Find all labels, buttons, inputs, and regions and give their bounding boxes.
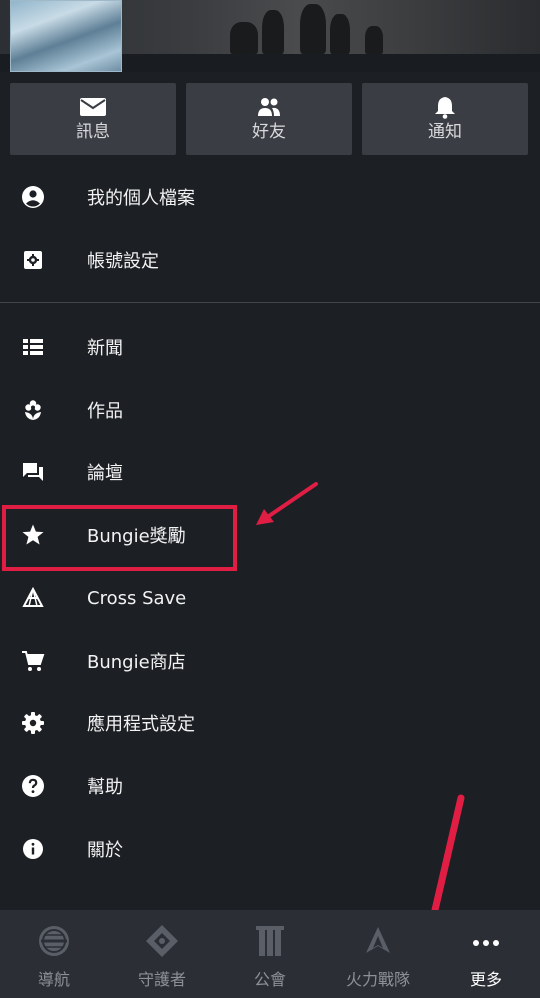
- profile-actions: 訊息 好友 通知: [10, 83, 530, 155]
- friends-label: 好友: [252, 122, 286, 142]
- menu-item-news[interactable]: 新聞: [0, 316, 540, 378]
- menu-item-my-profile[interactable]: 我的個人檔案: [0, 166, 540, 228]
- help-icon: [20, 773, 46, 799]
- menu-item-label: 我的個人檔案: [87, 188, 195, 209]
- menu-item-label: 論壇: [87, 463, 123, 484]
- menu-item-app-settings[interactable]: 應用程式設定: [0, 692, 540, 754]
- messages-label: 訊息: [76, 122, 110, 142]
- menu-item-cross-save[interactable]: Cross Save: [0, 567, 540, 629]
- more-dots-icon: [467, 922, 505, 960]
- nav-item-fireteams[interactable]: 火力戰隊: [324, 910, 432, 998]
- nav-label: 火力戰隊: [345, 970, 410, 989]
- flower-icon: [20, 397, 46, 423]
- annotation-stroke: [431, 794, 465, 914]
- annotation-highlight-box: [2, 505, 237, 571]
- menu-item-label: 幫助: [87, 777, 123, 798]
- profile-header: [0, 0, 540, 72]
- info-icon: [20, 836, 46, 862]
- menu-item-label: 帳號設定: [87, 251, 159, 272]
- avatar[interactable]: [10, 0, 122, 72]
- bell-icon: [435, 97, 455, 119]
- friends-icon: [258, 98, 280, 116]
- nav-item-navigation[interactable]: 導航: [0, 910, 108, 998]
- messages-button[interactable]: 訊息: [10, 83, 176, 155]
- nav-item-more[interactable]: 更多: [432, 910, 540, 998]
- account-settings-icon: [20, 247, 46, 273]
- menu-item-label: 應用程式設定: [87, 714, 195, 735]
- fireteam-icon: [359, 922, 397, 960]
- account-circle-icon: [20, 184, 46, 210]
- menu-item-label: 關於: [87, 840, 123, 861]
- cross-save-icon: [20, 585, 46, 611]
- nav-label: 導航: [37, 970, 70, 989]
- notifications-button[interactable]: 通知: [362, 83, 528, 155]
- menu-item-label: 新聞: [87, 338, 123, 359]
- bottom-navigation: 導航 守護者 公會 火力戰隊 更多: [0, 910, 540, 998]
- cart-icon: [20, 648, 46, 674]
- menu-item-account-settings[interactable]: 帳號設定: [0, 229, 540, 291]
- menu-item-label: Bungie商店: [87, 652, 186, 673]
- forum-icon: [20, 459, 46, 485]
- globe-icon: [35, 922, 73, 960]
- nav-item-guardians[interactable]: 守護者: [108, 910, 216, 998]
- friends-button[interactable]: 好友: [186, 83, 352, 155]
- mail-icon: [80, 98, 106, 116]
- annotation-arrow-icon: [256, 482, 318, 525]
- list-icon: [20, 334, 46, 360]
- menu-item-bungie-store[interactable]: Bungie商店: [0, 630, 540, 692]
- notifications-label: 通知: [428, 122, 462, 142]
- menu-item-label: Cross Save: [87, 587, 187, 609]
- clan-banner-icon: [251, 922, 289, 960]
- nav-label: 守護者: [137, 970, 186, 989]
- menu-divider: [0, 302, 540, 303]
- nav-label: 公會: [253, 970, 286, 989]
- nav-label: 更多: [469, 970, 502, 989]
- menu-item-label: 作品: [87, 401, 123, 422]
- nav-item-clan[interactable]: 公會: [216, 910, 324, 998]
- ghost-icon: [143, 922, 181, 960]
- gear-icon: [20, 710, 46, 736]
- menu-item-creations[interactable]: 作品: [0, 379, 540, 441]
